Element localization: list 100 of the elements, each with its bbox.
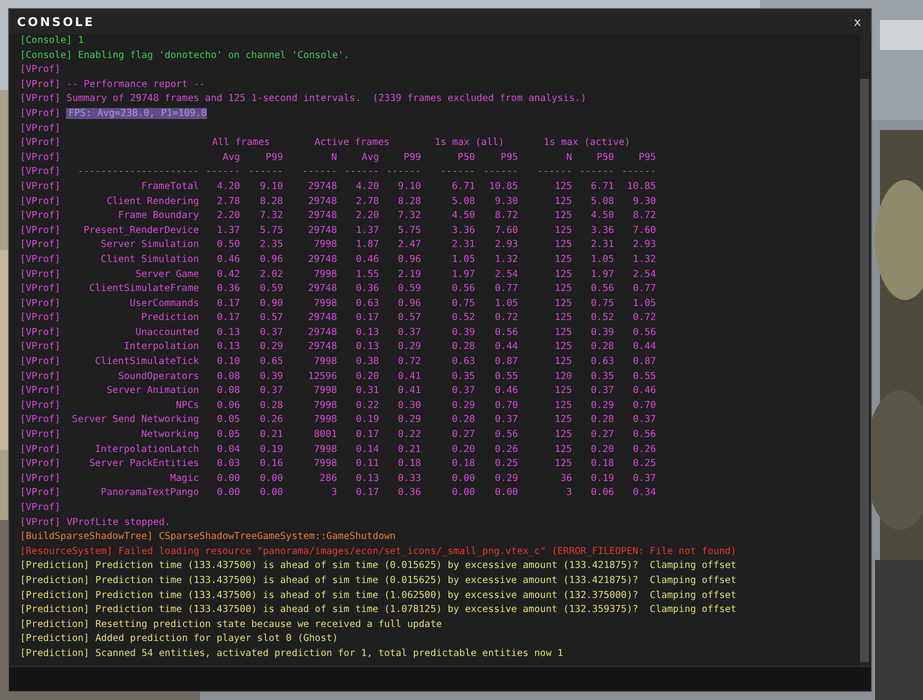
table-cell-text: 125	[554, 340, 572, 354]
channel-tag: [VProf]	[20, 384, 67, 399]
table-cell-text: NPCs	[174, 398, 199, 413]
table-cell-text: 0.56	[632, 428, 656, 442]
column-group-header: Active frames	[313, 136, 391, 150]
table-cell-text: 0.63	[354, 296, 379, 311]
table-cell-text: 0.13	[354, 326, 379, 340]
table-cell-text: 1.97	[590, 268, 614, 282]
table-cell-text: 0.17	[354, 311, 379, 326]
command-input[interactable]	[9, 666, 871, 691]
column-header: P50	[456, 150, 475, 165]
table-cell-text: 29748	[307, 340, 337, 354]
channel-tag: [VProf]	[20, 64, 60, 76]
table-cell-text: 2.78	[216, 194, 240, 209]
table-cell-text: 0.04	[216, 442, 240, 457]
table-cell-text: 1.05	[494, 296, 518, 311]
table-cell-text: 0.46	[354, 252, 379, 267]
table-cell-text: 0.75	[450, 296, 475, 311]
table-cell-text: 1.05	[450, 252, 475, 267]
table-cell-text: Frame Boundary	[117, 209, 199, 224]
table-cell-text: 0.16	[258, 457, 283, 472]
table-cell-text: 1.05	[632, 296, 656, 311]
table-cell-text: 1.32	[494, 252, 518, 267]
table-cell-text: 0.52	[450, 311, 475, 326]
table-cell-text: 0.46	[216, 252, 240, 267]
table-cell-text: 0.08	[216, 384, 240, 398]
table-cell-text: 0.38	[354, 355, 379, 370]
table-cell-text: 0.72	[632, 311, 656, 326]
channel-tag: [Prediction]	[20, 633, 90, 644]
table-cell-text: 0.56	[450, 282, 475, 296]
table-cell-text: 2.31	[590, 238, 614, 252]
table-cell-text: 0.19	[258, 442, 283, 457]
channel-tag: [VProf]	[20, 296, 67, 312]
table-cell-text: 10.85	[488, 180, 518, 194]
column-group-header: 1s max (active)	[542, 136, 632, 150]
table-cell-text: 4.20	[354, 180, 379, 194]
channel-tag: [ResourceSystem]	[20, 546, 112, 557]
table-cell-text: 4.50	[590, 209, 614, 224]
table-cell-text: 0.35	[590, 370, 614, 384]
table-cell-text: 0.30	[396, 398, 421, 413]
table-cell-text: 0.17	[216, 311, 240, 326]
table-cell-text: 2.02	[258, 268, 283, 282]
table-cell-text: 5.08	[450, 194, 475, 209]
table-cell-text: 0.29	[258, 340, 283, 354]
table-cell-text: 125	[554, 413, 572, 428]
table-cell-text: 0.25	[494, 457, 518, 472]
table-cell-text: 36	[559, 472, 572, 486]
table-cell-text: 120	[554, 370, 572, 384]
channel-tag: [VProf]	[20, 442, 67, 458]
table-cell-text: 1.37	[354, 224, 379, 238]
table-cell-text: 0.06	[590, 486, 614, 500]
table-cell-text: 0.90	[258, 296, 283, 311]
table-cell-text: 0.18	[590, 457, 614, 472]
table-cell-text: 125	[554, 398, 572, 413]
log-message: Prediction time (133.437500) is ahead of sim time (0.015625) by excessive amount (133.421875)? Clamping offset	[95, 560, 736, 572]
table-cell-text: 0.29	[494, 472, 518, 486]
channel-tag: [BuildSparseShadowTree]	[20, 531, 153, 542]
table-cell-text: 0.46	[632, 384, 656, 398]
table-cell-text: 2.31	[450, 238, 475, 252]
log-message: Failed loading resource "panorama/images/econ/set_icons/_small_png.vtex_c" (ERROR_FILEOPEN: File not found)	[118, 546, 736, 557]
table-cell-text: 0.87	[494, 355, 518, 370]
table-cell-text: 125	[554, 238, 572, 252]
table-cell-text: FrameTotal	[140, 180, 199, 194]
table-cell-text: ClientSimulateFrame	[88, 282, 199, 296]
channel-tag: [Prediction]	[20, 590, 90, 601]
table-cell-text: Server Send Networking	[70, 413, 199, 428]
table-cell-text: Server Game	[134, 268, 199, 282]
table-cell-text: 0.75	[590, 296, 614, 311]
table-cell-text: 1.37	[216, 224, 240, 238]
table-cell-text: 0.13	[216, 340, 240, 354]
channel-tag: [VProf]	[20, 428, 67, 443]
table-cell-text: 0.21	[258, 428, 283, 442]
table-cell-text: 0.20	[450, 442, 475, 457]
table-cell-text: 0.05	[216, 428, 240, 442]
table-cell-text: 0.26	[494, 442, 518, 457]
table-cell-text: 0.37	[258, 326, 283, 340]
column-header: N	[565, 150, 572, 165]
table-cell-text: 0.59	[258, 282, 283, 296]
table-cell-text: 0.39	[590, 326, 614, 340]
channel-tag: [VProf]	[20, 224, 67, 238]
table-cell-text: 0.35	[450, 370, 475, 384]
table-cell-text: 0.18	[396, 457, 421, 472]
table-cell-text: 3.36	[450, 224, 475, 238]
channel-tag: [VProf]	[20, 194, 67, 210]
table-cell-text: 2.93	[632, 238, 656, 252]
table-cell-text: 29748	[307, 326, 337, 340]
table-cell-text: 7.32	[258, 209, 283, 224]
log-message: 1	[78, 35, 84, 46]
table-cell-text: 0.22	[396, 428, 421, 442]
table-cell-text: 0.20	[354, 370, 379, 384]
table-cell-text: 0.28	[590, 413, 614, 428]
close-button[interactable]: x	[850, 14, 865, 28]
table-cell-text: 4.50	[450, 209, 475, 224]
channel-tag: [VProf]	[20, 238, 67, 253]
table-cell-text: 0.39	[450, 326, 475, 340]
table-cell-text: 0.70	[494, 398, 518, 413]
channel-tag: [VProf]	[20, 268, 67, 282]
table-cell-text: 125	[554, 252, 572, 267]
channel-tag: [VProf]	[20, 311, 67, 326]
table-cell-text: 0.28	[450, 413, 475, 428]
